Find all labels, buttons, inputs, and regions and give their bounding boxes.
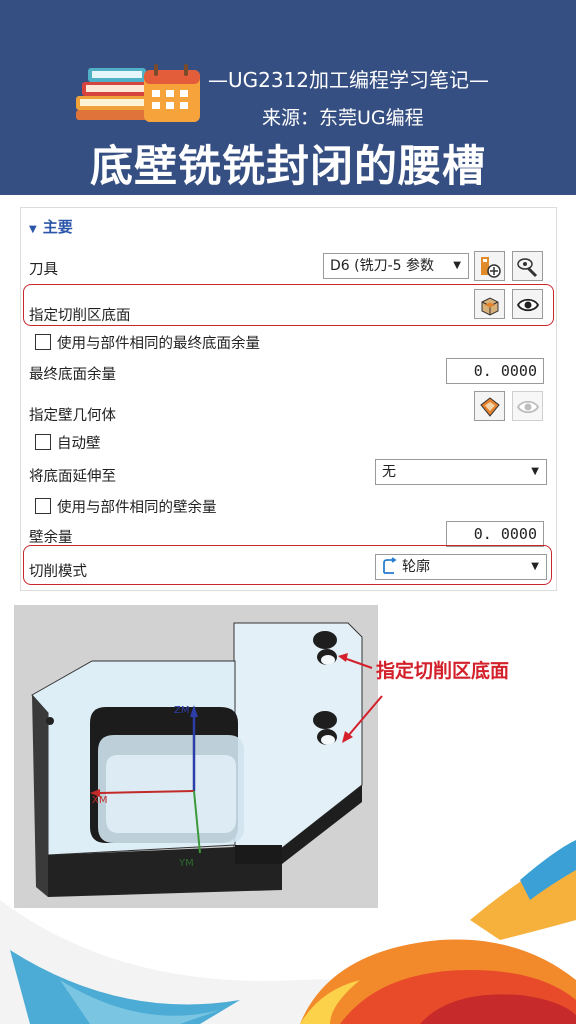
edit-tool-button[interactable] [512, 251, 543, 281]
section-main[interactable]: ▼ 主要 [29, 216, 73, 237]
same-wall-stock-label: 使用与部件相同的壁余量 [57, 500, 217, 516]
show-wall-button[interactable] [512, 391, 543, 421]
select-wall-button[interactable] [474, 391, 505, 421]
auto-wall-label: 自动壁 [57, 436, 101, 452]
cut-area-label: 指定切削区底面 [29, 308, 131, 324]
wall-geometry-label: 指定壁几何体 [29, 408, 116, 424]
decorative-swirl [0, 840, 576, 1024]
source-label: 来源：东莞UG编程 [262, 107, 424, 129]
checkbox-box [35, 498, 51, 514]
cut-area-icon [481, 297, 499, 316]
dropdown-arrow-icon: ▼ [531, 466, 539, 477]
eye-icon [516, 298, 540, 312]
extend-floor-value: 无 [382, 464, 396, 480]
auto-wall-checkbox[interactable]: 自动壁 [35, 432, 101, 453]
select-cut-area-button[interactable] [474, 289, 505, 319]
operation-dialog: ▼ 主要 刀具 D6 (铣刀-5 参数 ▼ 指定切削区底面 使用与部件相同的最终… [20, 207, 557, 591]
page-title: 底壁铣铣封闭的腰槽 [90, 142, 486, 192]
show-cut-area-button[interactable] [512, 289, 543, 319]
axis-x-label: XM [92, 795, 108, 806]
new-tool-button[interactable] [474, 251, 505, 281]
tool-label: 刀具 [29, 262, 58, 278]
eye-icon [516, 400, 540, 414]
header-banner: —UG2312加工编程学习笔记— 来源：东莞UG编程 底壁铣铣封闭的腰槽 [0, 0, 576, 195]
same-wall-stock-checkbox[interactable]: 使用与部件相同的壁余量 [35, 496, 217, 517]
axis-z-label: ZM [174, 705, 190, 716]
extend-floor-dropdown[interactable]: 无 ▼ [375, 459, 547, 485]
cut-pattern-label: 切削模式 [29, 564, 87, 580]
dropdown-arrow-icon: ▼ [453, 260, 461, 271]
same-floor-stock-checkbox[interactable]: 使用与部件相同的最终底面余量 [35, 332, 260, 353]
cut-pattern-dropdown[interactable]: 轮廓 ▼ [375, 554, 547, 580]
subtitle: —UG2312加工编程学习笔记— [208, 68, 490, 92]
new-tool-icon [481, 257, 501, 278]
wall-stock-label: 壁余量 [29, 530, 73, 546]
checkbox-box [35, 434, 51, 450]
floor-stock-label: 最终底面余量 [29, 367, 116, 383]
wall-geometry-icon [480, 397, 500, 417]
section-label: 主要 [42, 218, 73, 236]
wrench-icon [517, 258, 538, 278]
wall-stock-input[interactable]: 0. 0000 [446, 521, 544, 547]
floor-stock-input[interactable]: 0. 0000 [446, 358, 544, 384]
cut-pattern-value: 轮廓 [402, 559, 430, 575]
extend-floor-label: 将底面延伸至 [29, 469, 116, 485]
tool-dropdown[interactable]: D6 (铣刀-5 参数 ▼ [323, 253, 469, 279]
checkbox-box [35, 334, 51, 350]
books-calendar-icon [76, 64, 200, 122]
dropdown-arrow-icon: ▼ [531, 561, 539, 572]
tool-value: D6 (铣刀-5 参数 [330, 258, 435, 274]
cut-area-callout: 指定切削区底面 [376, 660, 510, 682]
same-floor-stock-label: 使用与部件相同的最终底面余量 [57, 336, 260, 352]
profile-pattern-icon [383, 557, 397, 574]
collapse-triangle-icon: ▼ [29, 224, 37, 235]
